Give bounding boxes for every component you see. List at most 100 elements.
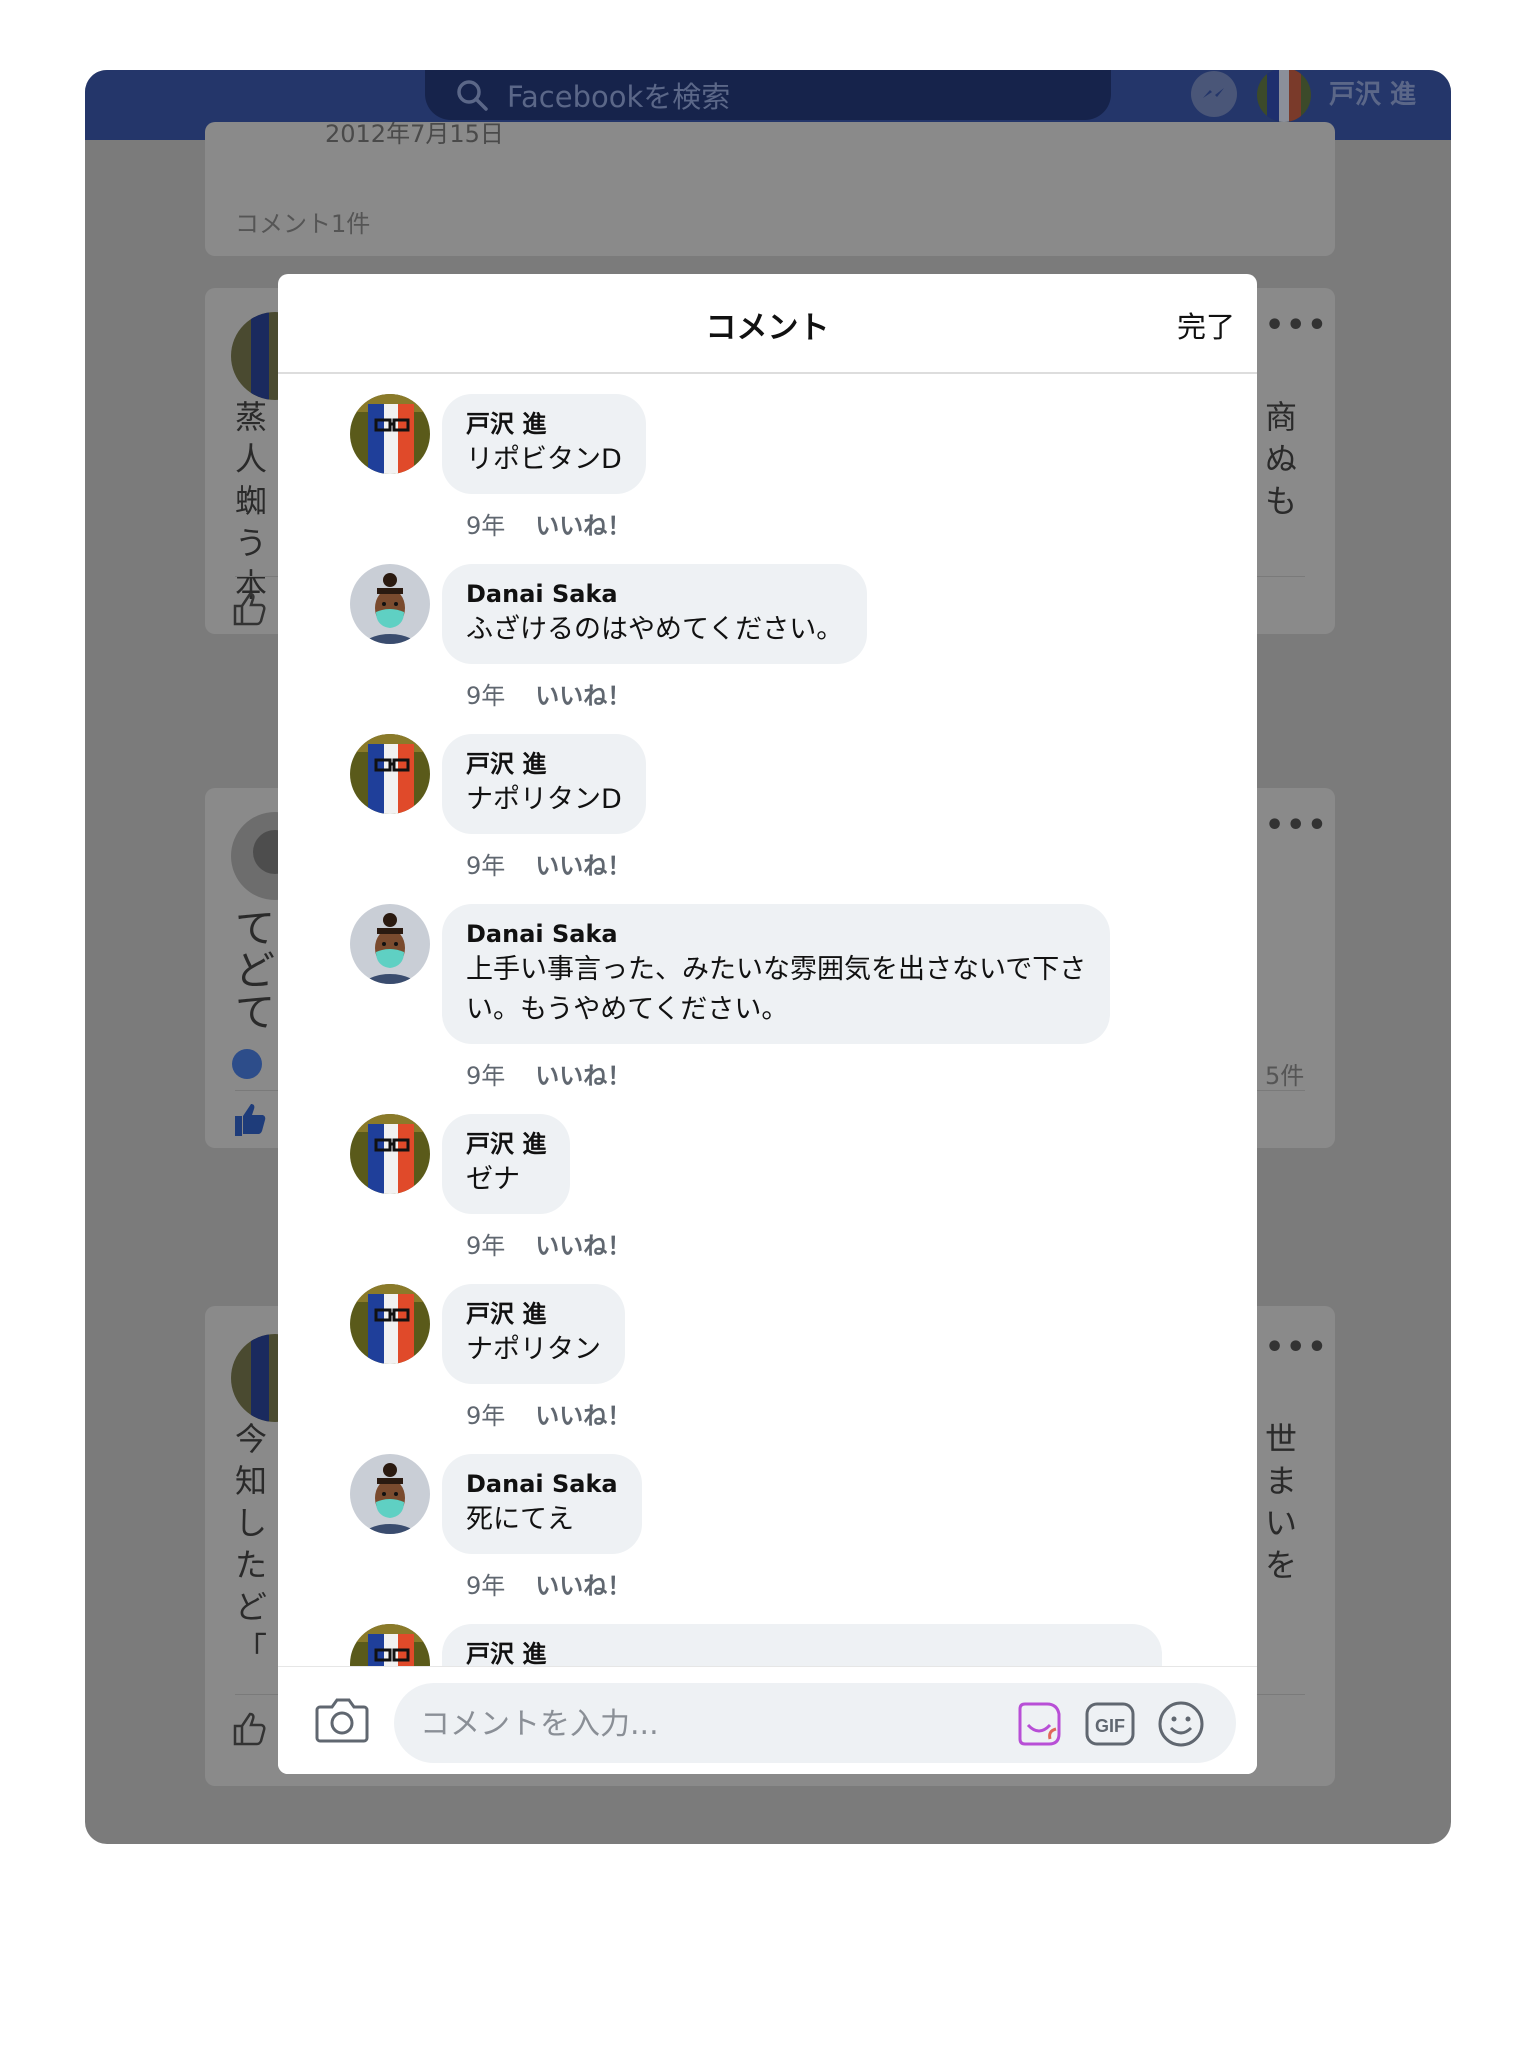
comment-meta: 9年 いいね！ — [466, 1056, 631, 1091]
post-text-fragment: い — [1265, 1504, 1298, 1542]
post-text-fragment: 蒸 — [235, 398, 268, 436]
post-text-fragment: ま — [1265, 1462, 1298, 1500]
post-text-fragment: し — [235, 1504, 268, 1542]
comment-time: 9年 — [466, 1062, 506, 1090]
comment-author[interactable]: 戸沢 進 — [466, 1128, 546, 1160]
post-text-fragment: 世 — [1265, 1420, 1298, 1458]
comment-text: 死にてえ — [466, 1504, 574, 1535]
comment-time: 9年 — [466, 1232, 506, 1260]
comment-meta: 9年 いいね！ — [466, 506, 631, 541]
like-link[interactable]: いいね！ — [535, 1232, 631, 1260]
feed-card: 2012年7月15日 コメント1件 — [205, 120, 1335, 256]
comment-text: ゼナ — [466, 1164, 520, 1195]
like-link[interactable]: いいね！ — [535, 512, 631, 540]
like-outline-icon[interactable] — [231, 590, 269, 628]
more-options-icon[interactable]: ••• — [1265, 1330, 1329, 1365]
comment-author[interactable]: 戸沢 進 — [466, 748, 622, 780]
search-bar[interactable]: Facebookを検索 — [425, 70, 1111, 120]
more-options-icon[interactable]: ••• — [1265, 808, 1329, 843]
like-link[interactable]: いいね！ — [535, 1062, 631, 1090]
like-link[interactable]: いいね！ — [535, 1572, 631, 1600]
comment-text-line: い。もうやめてください。 — [466, 994, 789, 1025]
comment-bubble[interactable]: 戸沢 進 ナポリタン — [442, 1284, 625, 1384]
modal-header: コメント 完了 — [278, 274, 1257, 374]
masked-avatar[interactable] — [350, 1454, 430, 1534]
done-button[interactable]: 完了 — [1177, 304, 1235, 346]
profile-avatar[interactable] — [1257, 70, 1311, 122]
search-placeholder: Facebookを検索 — [507, 80, 731, 114]
gif-icon[interactable]: GIF — [1084, 1699, 1136, 1749]
like-filled-icon[interactable] — [231, 1100, 271, 1140]
messenger-icon[interactable] — [1191, 71, 1237, 117]
comment-input[interactable] — [418, 1683, 982, 1765]
like-link[interactable]: いいね！ — [535, 1402, 631, 1430]
flag-avatar[interactable] — [350, 1114, 430, 1194]
masked-avatar[interactable] — [350, 564, 430, 644]
post-text-fragment: ど — [235, 1588, 268, 1626]
post-text-fragment: 今 — [235, 1420, 268, 1458]
comment-meta: 9年 いいね！ — [466, 1396, 631, 1431]
comment-composer: GIF — [278, 1666, 1257, 1774]
masked-avatar[interactable] — [350, 904, 430, 984]
post-text-fragment: 商 — [1265, 398, 1298, 436]
comment-meta: 9年 いいね！ — [466, 676, 631, 711]
post-text-fragment: 「 — [235, 1630, 268, 1668]
comment-author[interactable]: 戸沢 進 — [466, 1638, 1138, 1666]
comment-list[interactable]: 戸沢 進 リポビタンD 9年 いいね！ Danai Saka ふざけるのはやめて… — [278, 374, 1257, 1666]
post-date: 2012年7月15日 — [325, 120, 504, 148]
comment-author[interactable]: Danai Saka — [466, 578, 843, 610]
like-outline-icon[interactable] — [231, 1710, 269, 1748]
flag-avatar[interactable] — [350, 1284, 430, 1364]
emoji-icon[interactable] — [1156, 1699, 1206, 1749]
post-text-fragment: ぬ — [1265, 440, 1298, 478]
comments-modal: コメント 完了 戸沢 進 リポビタンD 9年 いいね！ Danai Saka ふ… — [278, 274, 1257, 1774]
comment-time: 9年 — [466, 1572, 506, 1600]
comment-author[interactable]: 戸沢 進 — [466, 1298, 601, 1330]
comment-text: ふざけるのはやめてください。 — [466, 614, 844, 645]
comment-time: 9年 — [466, 852, 506, 880]
comment-count[interactable]: 5件 — [1265, 1056, 1304, 1091]
comment-bubble[interactable]: 戸沢 進 ゼナ — [442, 1114, 571, 1214]
post-text-fragment: う — [235, 524, 268, 562]
comment-meta: 9年 いいね！ — [466, 1566, 631, 1601]
like-link[interactable]: いいね！ — [535, 682, 631, 710]
comment-bubble[interactable]: 戸沢 進 — [442, 1624, 1162, 1666]
comment-bubble[interactable]: 戸沢 進 リポビタンD — [442, 394, 646, 494]
post-text-fragment: 蜘 — [235, 482, 268, 520]
comment-meta: 9年 いいね！ — [466, 1226, 631, 1261]
post-text-fragment: て — [235, 906, 275, 952]
comment-bubble[interactable]: Danai Saka ふざけるのはやめてください。 — [442, 564, 868, 664]
comment-text: ナポリタン — [466, 1334, 601, 1365]
comment-text-line: 上手い事言った、みたいな雰囲気を出さないで下さ — [466, 954, 1087, 985]
comment-author[interactable]: Danai Saka — [466, 918, 1086, 950]
gif-label: GIF — [1095, 1716, 1125, 1736]
modal-title: コメント — [705, 310, 830, 346]
comment-author[interactable]: 戸沢 進 — [466, 408, 622, 440]
comment-author[interactable]: Danai Saka — [466, 1468, 618, 1500]
comment-time: 9年 — [466, 512, 506, 540]
search-icon — [457, 80, 488, 111]
comment-count[interactable]: コメント1件 — [235, 204, 370, 239]
comment-bubble[interactable]: 戸沢 進 ナポリタンD — [442, 734, 646, 834]
like-reaction-icon — [232, 1049, 262, 1079]
post-text-fragment: て — [235, 990, 275, 1036]
more-options-icon[interactable]: ••• — [1265, 308, 1329, 343]
comment-time: 9年 — [466, 1402, 506, 1430]
post-text-fragment: ど — [235, 948, 275, 994]
flag-avatar[interactable] — [350, 1624, 430, 1666]
flag-avatar[interactable] — [350, 394, 430, 474]
camera-icon[interactable] — [314, 1695, 370, 1745]
post-text-fragment: た — [235, 1546, 268, 1584]
comment-text: リポビタンD — [466, 444, 622, 475]
profile-name[interactable]: 戸沢 進 — [1329, 74, 1416, 111]
post-text-fragment: 人 — [235, 440, 268, 478]
like-link[interactable]: いいね！ — [535, 852, 631, 880]
post-text-fragment: を — [1265, 1546, 1298, 1584]
comment-meta: 9年 いいね！ — [466, 846, 631, 881]
sticker-icon[interactable] — [1014, 1699, 1064, 1749]
comment-bubble[interactable]: Danai Saka 上手い事言った、みたいな雰囲気を出さないで下さ い。もうや… — [442, 904, 1111, 1044]
comment-bubble[interactable]: Danai Saka 死にてえ — [442, 1454, 642, 1554]
comment-time: 9年 — [466, 682, 506, 710]
flag-avatar[interactable] — [350, 734, 430, 814]
comment-input-wrapper: GIF — [394, 1683, 1236, 1765]
